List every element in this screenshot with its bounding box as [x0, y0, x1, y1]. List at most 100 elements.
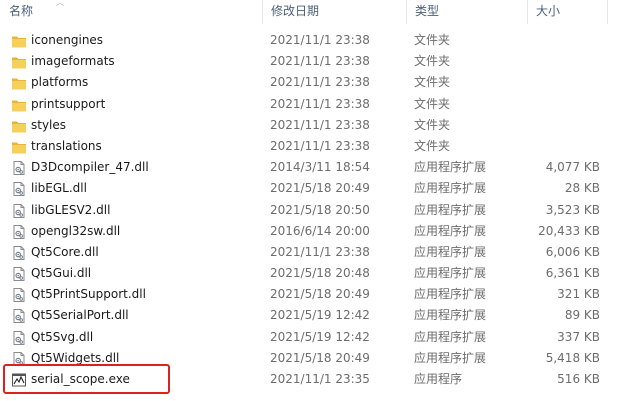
file-date: 2014/3/11 18:54 [270, 160, 370, 175]
file-name: printsupport [31, 96, 106, 111]
folder-icon [11, 33, 27, 49]
file-type: 应用程序扩展 [414, 308, 487, 323]
column-header: 名称 ︿ 修改日期 类型 大小 [0, 0, 630, 24]
file-type: 应用程序扩展 [414, 266, 487, 281]
column-name-header[interactable]: 名称 [0, 0, 262, 24]
file-date: 2021/11/1 23:38 [270, 96, 370, 111]
file-size: 6,006 KB [545, 244, 600, 259]
file-name: libGLESV2.dll [31, 202, 111, 217]
file-date: 2021/5/18 20:48 [270, 266, 370, 281]
file-row[interactable]: Qt5PrintSupport.dll 2021/5/18 20:49 应用程序扩展… [0, 284, 630, 305]
file-row[interactable]: printsupport 2021/11/1 23:38 文件夹 [0, 94, 630, 115]
sort-up-icon: ︿ [56, 0, 64, 7]
dll-file-icon [11, 203, 27, 219]
file-name: Qt5PrintSupport.dll [31, 287, 146, 302]
file-type: 文件夹 [414, 117, 451, 132]
file-size: 20,433 KB [538, 223, 600, 238]
file-size: 4,077 KB [545, 160, 600, 175]
file-name: imageformats [31, 54, 115, 69]
file-row[interactable]: imageformats 2021/11/1 23:38 文件夹 [0, 51, 630, 72]
column-name-label: 名称 [9, 4, 34, 18]
file-row[interactable]: Qt5Core.dll 2021/11/1 23:38 应用程序扩展 6,006 KB [0, 242, 630, 263]
file-type: 应用程序扩展 [414, 223, 487, 238]
file-type: 文件夹 [414, 96, 451, 111]
dll-file-icon [11, 224, 27, 240]
dll-file-icon [11, 181, 27, 197]
file-date: 2016/6/14 20:00 [270, 223, 370, 238]
file-row[interactable]: iconengines 2021/11/1 23:38 文件夹 [0, 30, 630, 51]
file-size: 321 KB [557, 287, 600, 302]
file-row[interactable]: libEGL.dll 2021/5/18 20:49 应用程序扩展 28 KB [0, 178, 630, 199]
file-name: Qt5Svg.dll [31, 329, 94, 344]
file-row[interactable]: Qt5Svg.dll 2021/5/19 12:42 应用程序扩展 337 KB [0, 327, 630, 348]
file-date: 2021/5/19 12:42 [270, 329, 370, 344]
file-name: Qt5SerialPort.dll [31, 308, 129, 323]
file-type: 应用程序扩展 [414, 244, 487, 259]
dll-file-icon [11, 287, 27, 303]
column-size-label: 大小 [536, 4, 561, 18]
file-date: 2021/11/1 23:38 [270, 138, 370, 153]
file-size: 28 KB [564, 181, 600, 196]
file-date: 2021/5/18 20:49 [270, 287, 370, 302]
folder-icon [11, 118, 27, 134]
file-row[interactable]: styles 2021/11/1 23:38 文件夹 [0, 115, 630, 136]
file-row[interactable]: D3Dcompiler_47.dll 2014/3/11 18:54 应用程序扩展 4… [0, 157, 630, 178]
file-date: 2021/11/1 23:38 [270, 117, 370, 132]
dll-file-icon [11, 160, 27, 176]
file-type: 应用程序扩展 [414, 202, 487, 217]
file-row[interactable]: platforms 2021/11/1 23:38 文件夹 [0, 72, 630, 93]
folder-icon [11, 75, 27, 91]
column-type-header[interactable]: 类型 [406, 0, 527, 24]
file-type: 应用程序扩展 [414, 329, 487, 344]
file-date: 2021/11/1 23:38 [270, 33, 370, 47]
column-type-label: 类型 [415, 4, 440, 18]
file-date: 2021/5/19 12:42 [270, 308, 370, 323]
file-type: 应用程序扩展 [414, 181, 487, 196]
file-type: 文件夹 [414, 138, 451, 153]
file-size: 89 KB [564, 308, 600, 323]
folder-icon [11, 54, 27, 70]
file-type: 应用程序扩展 [414, 350, 487, 365]
file-date: 2021/5/18 20:50 [270, 202, 370, 217]
file-name: Qt5Core.dll [31, 244, 99, 259]
column-divider[interactable] [607, 0, 608, 24]
file-row[interactable]: opengl32sw.dll 2016/6/14 20:00 应用程序扩展 20,43… [0, 221, 630, 242]
dll-file-icon [11, 266, 27, 282]
file-date: 2021/5/18 20:49 [270, 350, 370, 365]
file-date: 2021/11/1 23:35 [270, 372, 370, 386]
file-type: 文件夹 [414, 54, 451, 69]
file-row[interactable]: libGLESV2.dll 2021/5/18 20:50 应用程序扩展 3,523 … [0, 200, 630, 221]
column-date-label: 修改日期 [271, 4, 320, 18]
dll-file-icon [11, 330, 27, 346]
file-size: 516 KB [557, 372, 600, 386]
folder-icon [11, 97, 27, 113]
file-type: 应用程序扩展 [414, 287, 487, 302]
file-row[interactable]: Qt5Gui.dll 2021/5/18 20:48 应用程序扩展 6,361 KB [0, 263, 630, 284]
file-list: iconengines 2021/11/1 23:38 文件夹 imageformat… [0, 30, 630, 390]
file-name: D3Dcompiler_47.dll [31, 160, 149, 175]
file-name: opengl32sw.dll [31, 223, 121, 238]
column-size-header[interactable]: 大小 [527, 0, 607, 24]
file-date: 2021/11/1 23:38 [270, 244, 370, 259]
file-name: iconengines [31, 33, 104, 47]
column-date-header[interactable]: 修改日期 [262, 0, 406, 24]
file-size: 3,523 KB [545, 202, 600, 217]
file-name: styles [31, 117, 67, 132]
file-date: 2021/11/1 23:38 [270, 75, 370, 90]
file-size: 5,418 KB [545, 350, 600, 365]
file-type: 文件夹 [414, 75, 451, 90]
file-name: Qt5Gui.dll [31, 266, 92, 281]
file-type: 应用程序 [414, 372, 463, 386]
file-size: 337 KB [557, 329, 600, 344]
file-type: 文件夹 [414, 33, 451, 47]
dll-file-icon [11, 308, 27, 324]
file-row[interactable]: translations 2021/11/1 23:38 文件夹 [0, 136, 630, 157]
highlight-box [3, 364, 170, 394]
dll-file-icon [11, 245, 27, 261]
file-row[interactable]: Qt5SerialPort.dll 2021/5/19 12:42 应用程序扩展 89… [0, 305, 630, 326]
file-date: 2021/5/18 20:49 [270, 181, 370, 196]
file-name: translations [31, 138, 102, 153]
file-size: 6,361 KB [545, 266, 600, 281]
file-name: platforms [31, 75, 89, 90]
file-name: libEGL.dll [31, 181, 87, 196]
